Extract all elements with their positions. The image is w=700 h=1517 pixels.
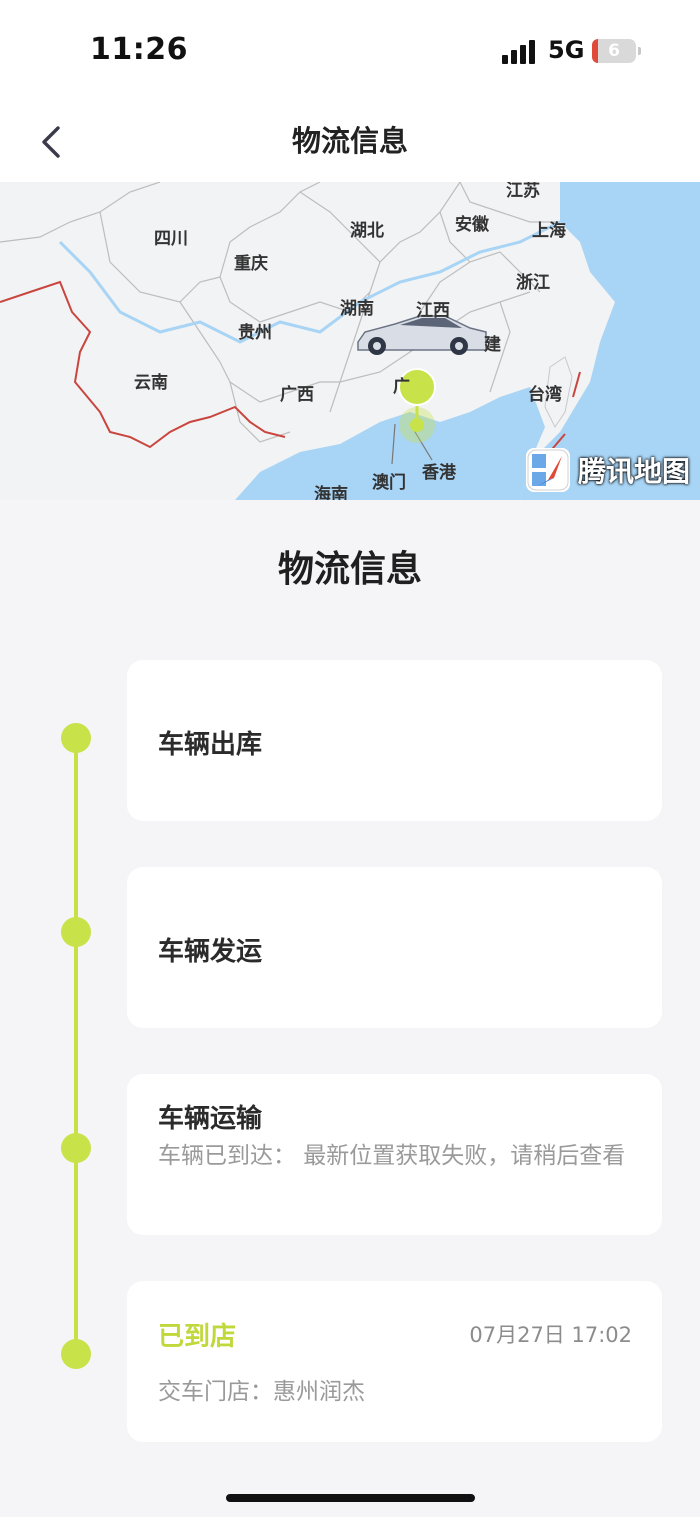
- nav-bar: 物流信息: [0, 100, 700, 182]
- map-label-chongqing: 重庆: [234, 254, 268, 274]
- timeline-card-title: 车辆发运: [158, 937, 263, 967]
- map-label-macau: 澳门: [372, 473, 406, 493]
- timeline-card-outbound: 车辆出库: [127, 660, 662, 821]
- home-indicator[interactable]: [226, 1494, 475, 1502]
- page-title: 物流信息: [291, 124, 408, 158]
- map-label-yunnan: 云南: [134, 373, 168, 393]
- map-label-guangdong: 广: [393, 377, 410, 397]
- status-time: 11:26: [90, 32, 188, 67]
- timeline-dot: [61, 1339, 91, 1369]
- map-label-hainan: 海南: [314, 485, 348, 500]
- map-label-zhejiang: 浙江: [516, 273, 550, 293]
- timeline-card-desc: 交车门店：惠州润杰: [158, 1379, 365, 1405]
- timeline-dot: [61, 723, 91, 753]
- map-label-hongkong: 香港: [422, 463, 456, 483]
- timeline-card-title: 车辆出库: [158, 730, 263, 760]
- map-label-taiwan: 台湾: [528, 385, 562, 405]
- map-brand: 腾讯地图: [525, 448, 690, 492]
- map-label-jiangxi: 江西: [416, 301, 450, 321]
- timeline-card-desc: 车辆已到达： 最新位置获取失败，请稍后查看: [158, 1143, 626, 1169]
- map-label-fujian: 建: [484, 335, 501, 355]
- timeline-card-transport: 车辆运输 车辆已到达： 最新位置获取失败，请稍后查看: [127, 1074, 662, 1235]
- map-label-jiangsu: 江苏: [506, 182, 540, 201]
- timeline-card-arrived: 已到店 07月27日 17:02 交车门店：惠州润杰: [127, 1281, 662, 1442]
- tencent-map-logo-icon: [525, 448, 570, 492]
- map-label-anhui: 安徽: [455, 215, 489, 235]
- status-bar: 11:26 5G 6: [0, 0, 700, 100]
- car-icon: [357, 315, 487, 355]
- timeline-card-dispatch: 车辆发运: [127, 867, 662, 1028]
- timeline-card-title: 已到店: [158, 1322, 237, 1352]
- battery-icon: 6: [592, 39, 641, 63]
- battery-level: 6: [608, 41, 620, 61]
- map-label-shanghai: 上海: [532, 221, 566, 241]
- map-brand-text: 腾讯地图: [577, 455, 690, 488]
- map-label-guizhou: 贵州: [238, 323, 272, 343]
- timeline-dot: [61, 917, 91, 947]
- timeline-card-time: 07月27日 17:02: [469, 1323, 632, 1347]
- signal-icon: [502, 40, 538, 64]
- map-label-sichuan: 四川: [154, 229, 188, 249]
- map-label-guangxi: 广西: [280, 385, 314, 405]
- map-label-hunan: 湖南: [340, 299, 374, 319]
- timeline-line: [74, 738, 78, 1354]
- section-title: 物流信息: [277, 549, 422, 590]
- network-type: 5G: [548, 36, 585, 64]
- timeline-card-title: 车辆运输: [158, 1104, 263, 1134]
- map-view[interactable]: 江苏 四川 湖北 安徽 上海 重庆 浙江 湖南 江西 贵州 建 云南 广西 广 …: [0, 182, 700, 500]
- map-label-hubei: 湖北: [350, 221, 384, 241]
- timeline-dot: [61, 1133, 91, 1163]
